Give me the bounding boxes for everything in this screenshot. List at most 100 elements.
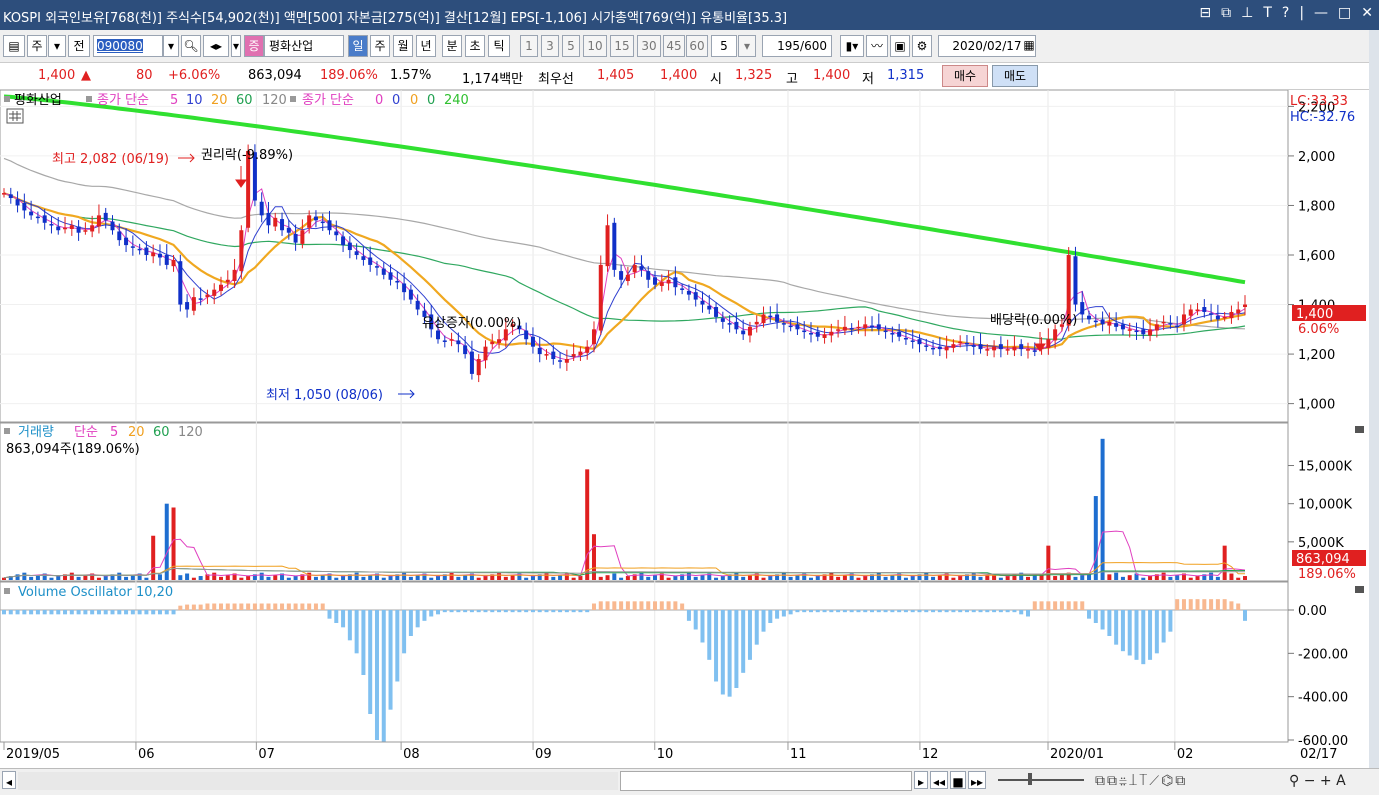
period-year[interactable]: 년 bbox=[416, 35, 436, 57]
period-day[interactable]: 일 bbox=[348, 35, 368, 57]
candle-tool-icon[interactable]: ▮▾ bbox=[840, 35, 864, 57]
sell-button[interactable]: 매도 bbox=[992, 65, 1038, 87]
search-icon[interactable]: 🔍︎ bbox=[181, 35, 201, 57]
legend-ma240[interactable]: 240 bbox=[444, 93, 469, 108]
interval-dropdown-icon[interactable]: ▾ bbox=[738, 35, 756, 57]
minute-15[interactable]: 15 bbox=[610, 35, 634, 57]
oscillator-panel-close-icon[interactable] bbox=[1355, 586, 1364, 593]
volume-legend-ma60[interactable]: 60 bbox=[153, 425, 170, 440]
font-icon[interactable]: T bbox=[1263, 5, 1272, 21]
forward-icon[interactable]: ▸▸ bbox=[968, 771, 986, 789]
volume-yaxis: 15,000K 10,000K 5,000K bbox=[1288, 460, 1352, 551]
code-dropdown-icon[interactable]: ▾ bbox=[163, 35, 179, 57]
layout-icon[interactable]: ▤ bbox=[3, 35, 25, 57]
close-icon[interactable]: ✕ bbox=[1361, 5, 1373, 21]
candle-body bbox=[808, 333, 813, 335]
candle-body bbox=[388, 272, 393, 280]
minute-45[interactable]: 45 bbox=[663, 35, 685, 57]
volume-legend-name[interactable]: 거래량 bbox=[18, 425, 54, 440]
code-input[interactable]: 090080 bbox=[93, 35, 163, 57]
volume-legend-ma-label[interactable]: 단순 bbox=[74, 425, 98, 440]
zoom-slider-handle[interactable] bbox=[1028, 773, 1032, 785]
minute-30[interactable]: 30 bbox=[637, 35, 661, 57]
minute-1[interactable]: 1 bbox=[520, 35, 538, 57]
legend-ma20[interactable]: 20 bbox=[211, 93, 228, 108]
mode-dropdown-icon[interactable]: ▾ bbox=[48, 35, 66, 57]
rewind-icon[interactable]: ◂◂ bbox=[930, 771, 948, 789]
interval-input[interactable]: 5 bbox=[711, 35, 737, 57]
stock-name[interactable]: 평화산업 bbox=[264, 35, 344, 57]
prev-button[interactable]: 전 bbox=[68, 35, 90, 57]
sound-icon[interactable]: ◂▸ bbox=[203, 35, 229, 57]
volume-legend-ma120[interactable]: 120 bbox=[178, 425, 203, 440]
candle-body bbox=[1161, 321, 1166, 324]
period-tick[interactable]: 틱 bbox=[488, 35, 510, 57]
period-month[interactable]: 월 bbox=[393, 35, 413, 57]
legend-ma2-d[interactable]: 0 bbox=[427, 93, 435, 108]
drawing-tools-icon[interactable]: ⧉⧉⩷⟘⟙⟋⌬⧉ bbox=[1095, 773, 1187, 789]
chart-svg[interactable]: 평화산업 종가 단순 5 10 20 60 120 종가 단순 0 0 0 0 … bbox=[0, 89, 1369, 768]
help-icon[interactable]: ? bbox=[1282, 5, 1289, 21]
pin-icon[interactable]: ⊥ bbox=[1241, 5, 1253, 21]
save-icon[interactable]: ▣ bbox=[890, 35, 910, 57]
restore-icon[interactable]: ⊟ bbox=[1199, 5, 1211, 21]
maximize-icon[interactable]: □ bbox=[1338, 5, 1351, 21]
cascade-icon[interactable]: ⧉ bbox=[1221, 5, 1231, 21]
volume-panel-close-icon[interactable] bbox=[1355, 426, 1364, 433]
zoom-in-icon[interactable]: + bbox=[1320, 773, 1332, 789]
zoom-out-icon[interactable]: − bbox=[1304, 773, 1316, 789]
oscillator-bar bbox=[422, 610, 427, 621]
volume-bar bbox=[103, 576, 108, 580]
vertical-strip[interactable] bbox=[1369, 30, 1379, 768]
legend-ma5[interactable]: 5 bbox=[170, 93, 178, 108]
scroll-left-icon[interactable]: ◂ bbox=[2, 771, 16, 789]
period-second[interactable]: 초 bbox=[465, 35, 485, 57]
zoom-slider[interactable] bbox=[998, 779, 1084, 781]
oscillator-legend[interactable]: Volume Oscillator 10,20 bbox=[18, 585, 173, 600]
legend-box-icon bbox=[4, 588, 10, 594]
minute-3[interactable]: 3 bbox=[541, 35, 559, 57]
legend-ma60[interactable]: 60 bbox=[236, 93, 253, 108]
legend-stock-name[interactable]: 평화산업 bbox=[14, 93, 62, 108]
stop-icon[interactable]: ■ bbox=[950, 771, 966, 789]
candle-body bbox=[49, 224, 54, 226]
minute-60[interactable]: 60 bbox=[686, 35, 708, 57]
mode-select[interactable]: 주 bbox=[27, 35, 47, 57]
minimize-icon[interactable]: — bbox=[1314, 5, 1328, 21]
magnifier-icon[interactable]: ⚲ bbox=[1289, 773, 1299, 789]
count-field[interactable]: 195/600 bbox=[762, 35, 832, 57]
scroll-thumb[interactable] bbox=[620, 771, 912, 791]
minute-5[interactable]: 5 bbox=[562, 35, 580, 57]
legend-ma10[interactable]: 10 bbox=[186, 93, 203, 108]
grid-toggle-icon[interactable] bbox=[6, 108, 24, 124]
xaxis-labels: 2019/05 06 07 08 09 10 11 12 2020/01 02 bbox=[3, 742, 1193, 762]
oscillator-bar bbox=[598, 601, 603, 610]
font-size-icon[interactable]: A bbox=[1336, 773, 1346, 789]
candle-body bbox=[605, 225, 610, 267]
scroll-track[interactable] bbox=[18, 772, 618, 790]
legend-ma2-b[interactable]: 0 bbox=[392, 93, 400, 108]
play-icon[interactable]: ▸ bbox=[914, 771, 928, 789]
legend-ma2-a[interactable]: 0 bbox=[375, 93, 383, 108]
volume-legend-ma5[interactable]: 5 bbox=[110, 425, 118, 440]
oscillator-bar bbox=[313, 603, 318, 610]
chart-area[interactable]: 평화산업 종가 단순 5 10 20 60 120 종가 단순 0 0 0 0 … bbox=[0, 89, 1369, 768]
minute-10[interactable]: 10 bbox=[583, 35, 607, 57]
sound-dropdown-icon[interactable]: ▾ bbox=[231, 35, 241, 57]
calendar-icon[interactable]: ▦ bbox=[1018, 35, 1040, 57]
buy-button[interactable]: 매수 bbox=[942, 65, 988, 87]
volume-legend-ma20[interactable]: 20 bbox=[128, 425, 145, 440]
candle-body bbox=[985, 349, 990, 351]
volume-value: 863,094 bbox=[248, 68, 302, 83]
line-tool-icon[interactable]: 〰 bbox=[866, 35, 888, 57]
candle-body bbox=[22, 202, 27, 211]
candle-body bbox=[1093, 320, 1098, 323]
legend-ma2-label[interactable]: 종가 단순 bbox=[302, 93, 354, 108]
period-week[interactable]: 주 bbox=[370, 35, 390, 57]
gear-icon[interactable]: ⚙ bbox=[912, 35, 932, 57]
legend-ma-label[interactable]: 종가 단순 bbox=[97, 93, 149, 108]
legend-ma2-c[interactable]: 0 bbox=[410, 93, 418, 108]
period-minute[interactable]: 분 bbox=[442, 35, 462, 57]
legend-ma120[interactable]: 120 bbox=[262, 93, 287, 108]
candle-body bbox=[1053, 329, 1058, 341]
